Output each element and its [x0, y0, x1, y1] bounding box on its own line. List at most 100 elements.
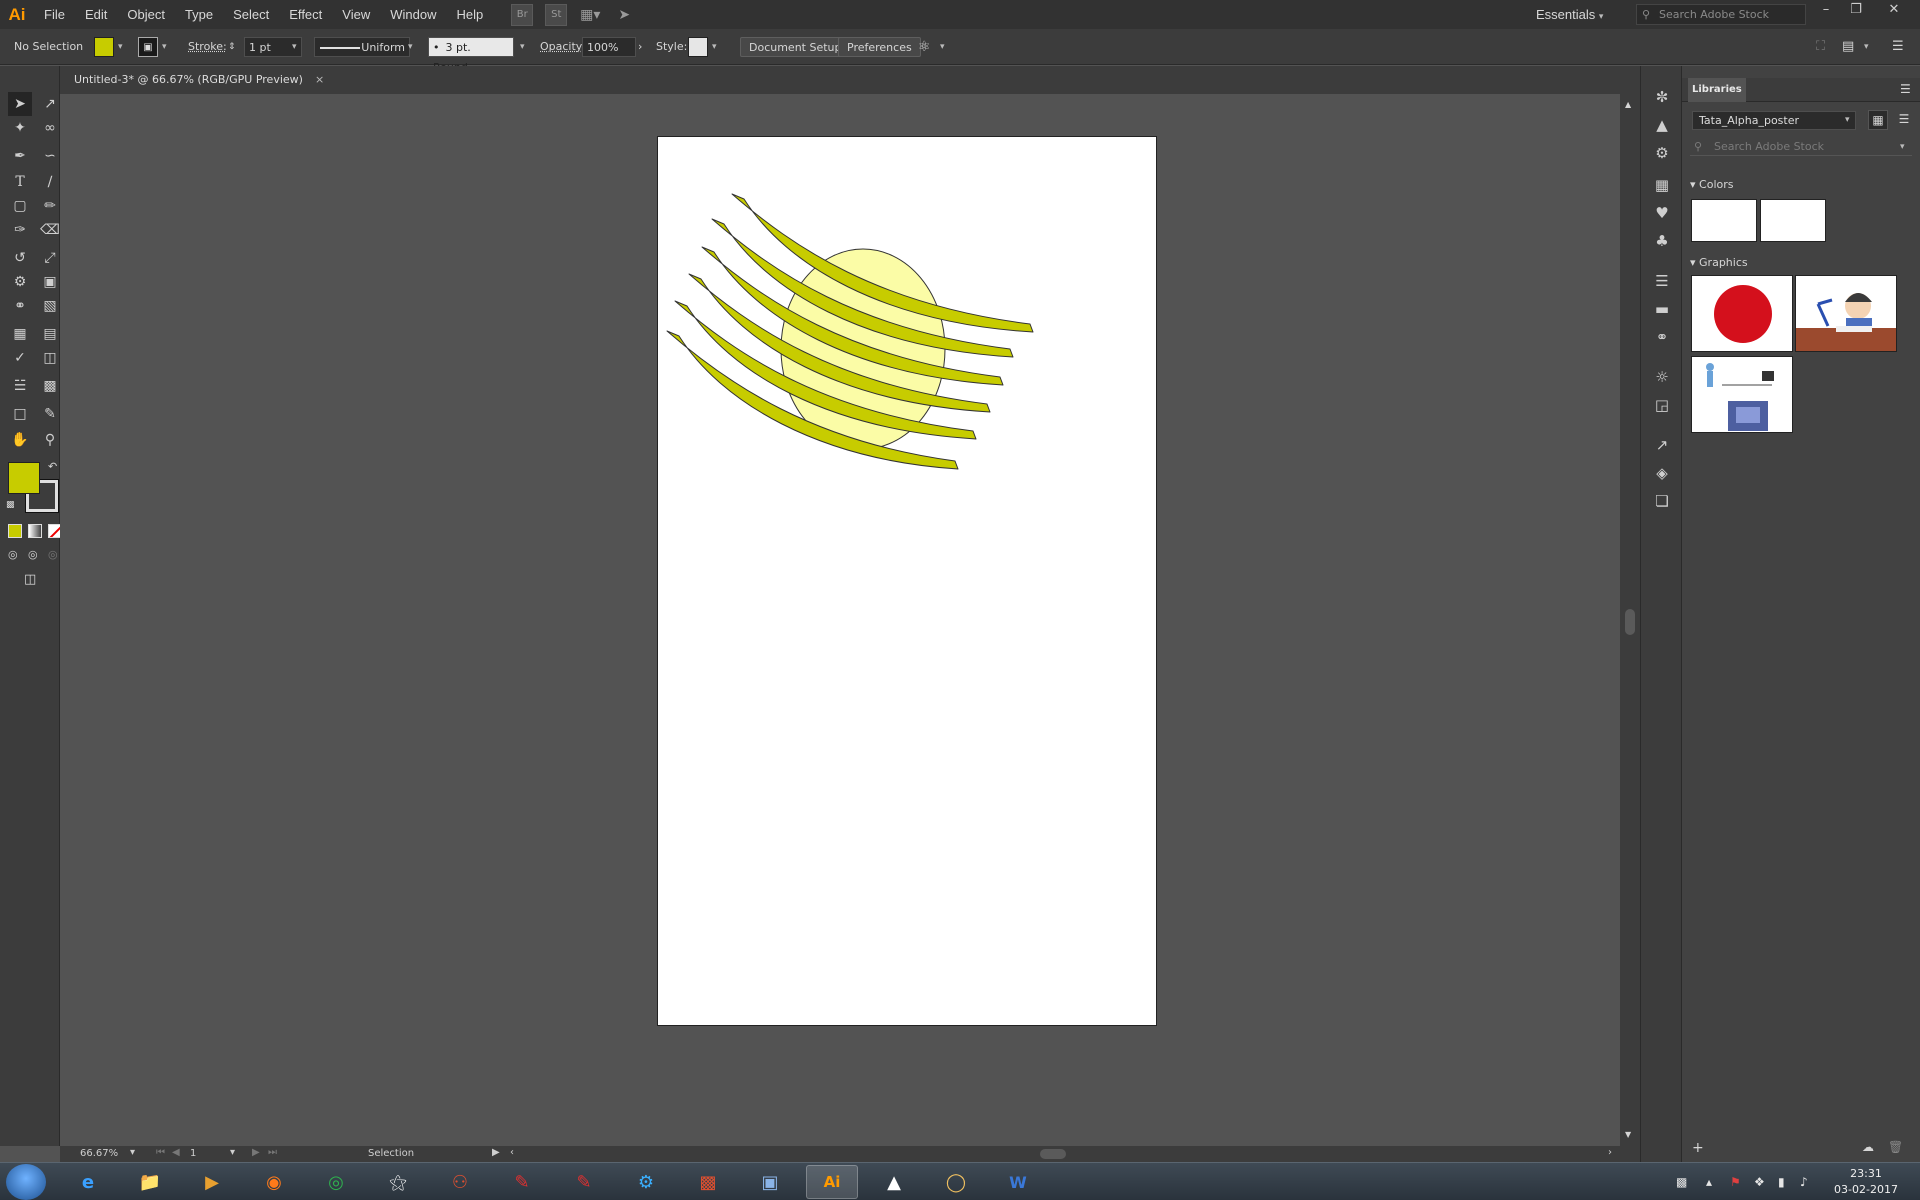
vertical-scroll-thumb[interactable]: [1625, 609, 1635, 635]
graphic-style-swatch[interactable]: [688, 37, 708, 57]
zoom-dropdown-icon[interactable]: ▾: [130, 1147, 135, 1158]
zoom-tool-icon[interactable]: ⚲: [38, 428, 62, 452]
app-3ds-icon[interactable]: ⚝: [372, 1165, 424, 1199]
bridge-icon[interactable]: Br: [511, 3, 534, 26]
slice-tool-icon[interactable]: ✎: [38, 402, 62, 426]
type-tool-icon[interactable]: T: [8, 170, 32, 194]
volume-icon[interactable]: ♪: [1800, 1163, 1808, 1200]
menu-view[interactable]: View: [332, 0, 380, 29]
libraries-tab[interactable]: Libraries: [1688, 78, 1746, 102]
shape-builder-tool-icon[interactable]: ⚭: [8, 294, 32, 318]
menu-edit[interactable]: Edit: [75, 0, 117, 29]
color-guide-icon[interactable]: ✼: [1651, 86, 1673, 108]
menu-file[interactable]: File: [34, 0, 75, 29]
gradient-panel-icon[interactable]: ▬: [1651, 298, 1673, 320]
firefox-icon[interactable]: ◉: [248, 1165, 300, 1199]
stroke-profile-select[interactable]: Uniform: [314, 37, 410, 57]
scroll-up-icon[interactable]: ▲: [1625, 100, 1631, 109]
app-tray-icon[interactable]: ❖: [1754, 1163, 1765, 1200]
change-screen-mode-icon[interactable]: ◫: [24, 572, 36, 587]
file-explorer-icon[interactable]: 📁: [124, 1165, 176, 1199]
export-icon[interactable]: ↗: [1651, 434, 1673, 456]
menu-help[interactable]: Help: [446, 0, 493, 29]
magic-wand-tool-icon[interactable]: ✦: [8, 116, 32, 140]
scroll-left-icon[interactable]: ‹: [510, 1147, 514, 1158]
search-scope-dropdown-icon[interactable]: ▾: [1900, 138, 1905, 156]
swap-fill-stroke-icon[interactable]: ↶: [48, 460, 57, 473]
zoom-level-field[interactable]: 66.67%: [80, 1148, 118, 1159]
menu-window[interactable]: Window: [380, 0, 446, 29]
libraries-menu-icon[interactable]: ☰: [1900, 82, 1911, 96]
libraries-icon[interactable]: ⚙: [1651, 142, 1673, 164]
next-artboard-icon[interactable]: ▶: [252, 1147, 260, 1158]
graphics-section-header[interactable]: ▾ Graphics: [1690, 256, 1748, 269]
pen-tool-icon[interactable]: ✒: [8, 144, 32, 168]
stroke-profile-dropdown-icon[interactable]: ▾: [408, 37, 413, 57]
draw-normal-icon[interactable]: ◎: [8, 548, 18, 561]
artboard-number-field[interactable]: 1: [190, 1148, 196, 1159]
stroke-weight-dropdown-icon[interactable]: ▾: [292, 37, 297, 57]
menu-type[interactable]: Type: [175, 0, 223, 29]
draw-behind-icon[interactable]: ◎: [28, 548, 38, 561]
fill-dropdown-icon[interactable]: ▾: [118, 37, 123, 57]
minimize-button[interactable]: –: [1812, 0, 1840, 22]
lasso-tool-icon[interactable]: ∞: [38, 116, 62, 140]
media-player-icon[interactable]: ▶: [186, 1165, 238, 1199]
document-tab[interactable]: Untitled-3* @ 66.67% (RGB/GPU Preview) ×: [74, 66, 324, 94]
paintbrush-tool-icon[interactable]: ✏: [38, 194, 62, 218]
opacity-slider-icon[interactable]: ›: [638, 37, 642, 57]
artboard[interactable]: [657, 136, 1157, 1026]
symbols-icon[interactable]: ♣: [1651, 230, 1673, 252]
stroke-stepper-icon[interactable]: ⇕: [228, 37, 236, 57]
brushes-icon[interactable]: ♥: [1651, 202, 1673, 224]
style-dropdown-icon[interactable]: ▾: [712, 37, 717, 57]
graphic-student-illustration[interactable]: [1795, 275, 1897, 352]
artboard-tool-icon[interactable]: □: [8, 402, 32, 426]
status-menu-icon[interactable]: ▶: [492, 1147, 500, 1158]
close-tab-icon[interactable]: ×: [315, 73, 324, 86]
inkscape-icon[interactable]: ▲: [868, 1165, 920, 1199]
library-select[interactable]: Tata_Alpha_poster ▾: [1692, 111, 1856, 130]
scroll-down-icon[interactable]: ▼: [1625, 1130, 1631, 1139]
acrobat-icon[interactable]: ✎: [558, 1165, 610, 1199]
gpu-performance-icon[interactable]: ➤: [613, 4, 635, 26]
layers-icon[interactable]: ◈: [1651, 462, 1673, 484]
vertical-scrollbar[interactable]: ▲ ▼: [1620, 94, 1640, 1146]
stock-icon[interactable]: St: [545, 3, 568, 26]
artwork[interactable]: [658, 137, 1158, 1027]
menu-effect[interactable]: Effect: [279, 0, 332, 29]
internet-explorer-icon[interactable]: e: [62, 1165, 114, 1199]
close-window-button[interactable]: ✕: [1880, 0, 1908, 22]
brush-definition-select[interactable]: •3 pt. Round: [428, 37, 514, 74]
library-color-2[interactable]: [1760, 199, 1826, 242]
align-dropdown-icon[interactable]: ▾: [940, 37, 945, 57]
draw-inside-icon[interactable]: ◎: [48, 548, 58, 561]
colors-section-header[interactable]: ▾ Colors: [1690, 178, 1733, 191]
stroke-panel-icon[interactable]: ☰: [1651, 270, 1673, 292]
brush-dropdown-icon[interactable]: ▾: [520, 37, 525, 57]
rotate-tool-icon[interactable]: ↺: [8, 246, 32, 270]
scroll-right-icon[interactable]: ›: [1608, 1147, 1612, 1158]
grid-view-icon[interactable]: ▦: [1868, 110, 1888, 130]
first-artboard-icon[interactable]: ⏮: [156, 1147, 165, 1158]
arrange-dropdown-icon[interactable]: ▾: [1864, 37, 1869, 57]
scale-tool-icon[interactable]: ⤢: [38, 246, 62, 270]
action-center-icon[interactable]: ⚑: [1730, 1163, 1741, 1200]
last-artboard-icon[interactable]: ⏭: [268, 1147, 277, 1158]
stroke-swatch[interactable]: ▣: [138, 37, 158, 57]
maximize-button[interactable]: ❐: [1842, 0, 1870, 22]
gradient-mode-icon[interactable]: [28, 524, 42, 538]
illustrator-taskbar-icon[interactable]: Ai: [806, 1165, 858, 1199]
shaper-tool-icon[interactable]: ✑: [8, 218, 32, 242]
perspective-grid-tool-icon[interactable]: ▧: [38, 294, 62, 318]
eyedropper-tool-icon[interactable]: ✓: [8, 346, 32, 370]
control-panel-menu-icon[interactable]: ☰: [1892, 37, 1904, 57]
default-colors-icon[interactable]: ▩: [6, 500, 15, 510]
symbol-sprayer-tool-icon[interactable]: ☱: [8, 374, 32, 398]
free-transform-tool-icon[interactable]: ▣: [38, 270, 62, 294]
color-mode-icon[interactable]: [8, 524, 22, 538]
ccleaner-icon[interactable]: ⚇: [434, 1165, 486, 1199]
direct-selection-tool-icon[interactable]: ↗: [38, 92, 62, 116]
list-view-icon[interactable]: ☰: [1894, 110, 1914, 130]
selection-tool-icon[interactable]: ➤: [8, 92, 32, 116]
